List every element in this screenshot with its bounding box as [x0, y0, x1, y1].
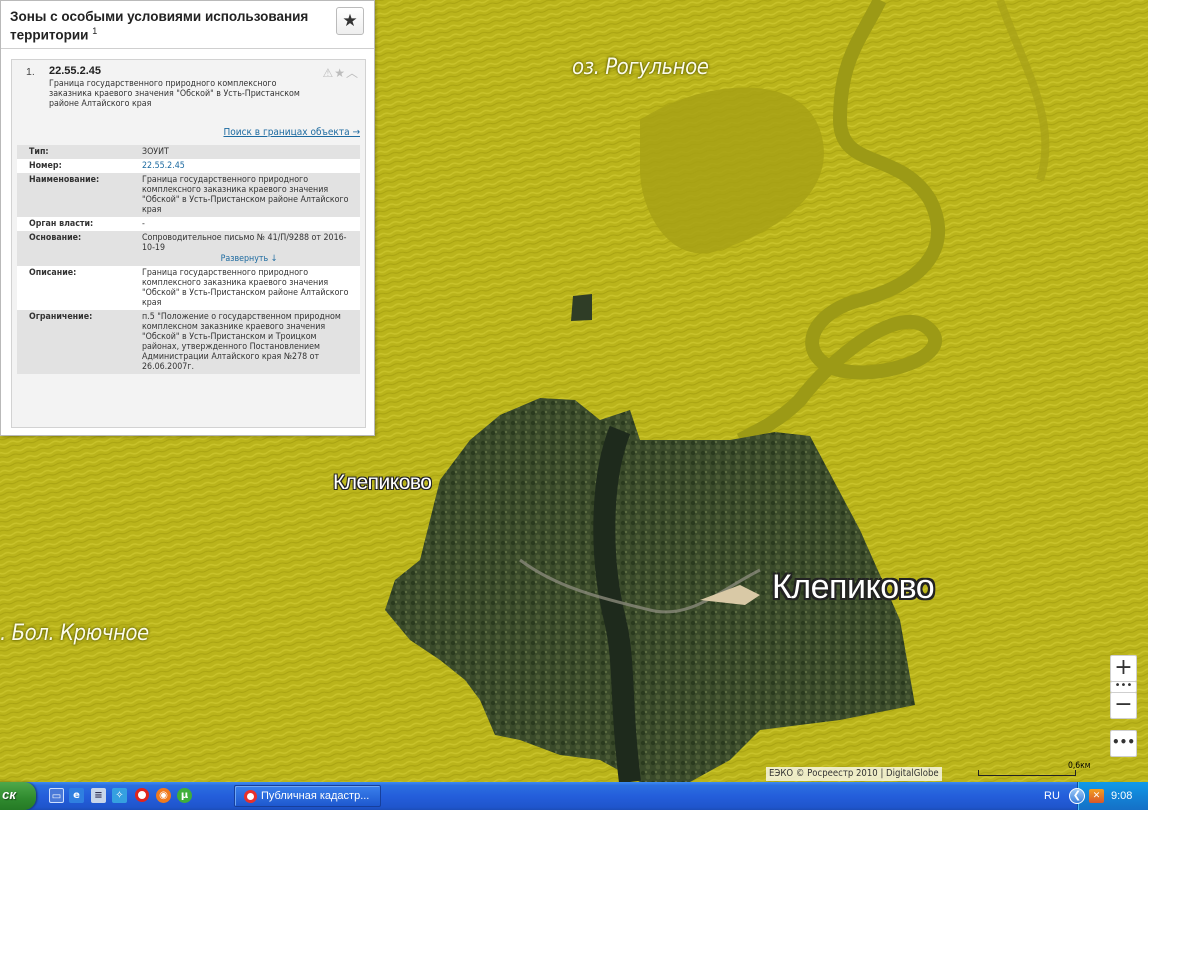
type-value: ЗОУИТ	[130, 145, 360, 159]
more-button[interactable]: •••	[1110, 730, 1137, 757]
description-value: Граница государственного природного комп…	[130, 266, 360, 310]
table-row: Описание: Граница государственного природ…	[17, 266, 360, 310]
item-code[interactable]: 22.55.2.45	[49, 65, 101, 77]
clock[interactable]: 9:08	[1111, 790, 1132, 802]
start-button[interactable]: ск	[0, 782, 36, 810]
restriction-label: Ограничение:	[17, 310, 130, 374]
item-description: Граница государственного природного комп…	[49, 79, 300, 109]
item-actions: ⚠★︿	[322, 64, 359, 81]
label-lake-kryuchnoe: . Бол. Крючное	[0, 621, 149, 646]
name-label: Наименование:	[17, 173, 130, 217]
taskbar: ск ▭ e ≡ ✧ ◉ µ Публичная кадастр... RU ❮…	[0, 782, 1148, 810]
language-indicator[interactable]: RU	[1044, 790, 1060, 802]
restriction-value: п.5 "Положение о государственном природн…	[130, 310, 360, 374]
name-value: Граница государственного природного комп…	[130, 173, 360, 217]
opera-icon[interactable]	[135, 788, 149, 802]
ie-icon[interactable]: e	[69, 788, 84, 803]
table-row: Номер: 22.55.2.45	[17, 159, 360, 173]
show-desktop-icon[interactable]: ▭	[49, 788, 64, 803]
warning-icon[interactable]: ⚠	[322, 66, 334, 80]
task-title: Публичная кадастр...	[261, 790, 370, 802]
tray-app-icon[interactable]: ✕	[1089, 789, 1104, 803]
label-village-large: Клепиково	[772, 568, 935, 606]
utorrent-icon[interactable]: µ	[177, 788, 192, 803]
authority-label: Орган власти:	[17, 217, 130, 231]
star-icon: ★	[342, 11, 358, 31]
chevron-up-icon[interactable]: ︿	[346, 66, 359, 80]
label-village-small: Клепиково	[333, 471, 432, 494]
panel-header: Зоны с особыми условиями использования т…	[1, 1, 374, 49]
expand-link[interactable]: Развернуть ↓	[142, 253, 356, 264]
screen: оз. Рогульное . Бол. Крючное Клепиково К…	[0, 0, 1148, 810]
zone-card: 1. 22.55.2.45 Граница государственного п…	[11, 59, 366, 428]
favorite-button[interactable]: ★	[336, 7, 364, 35]
task-opera-kadastr[interactable]: Публичная кадастр...	[234, 785, 381, 807]
search-in-bounds-link[interactable]: Поиск в границах объекта →	[223, 127, 360, 138]
basis-label: Основание:	[17, 231, 130, 266]
start-label: ск	[2, 787, 16, 802]
table-row: Ограничение: п.5 "Положение о государстве…	[17, 310, 360, 374]
zoom-out-button[interactable]: −	[1110, 692, 1137, 719]
authority-value: -	[130, 217, 360, 231]
description-label: Описание:	[17, 266, 130, 310]
scale-bar	[978, 770, 1076, 776]
firefox-icon[interactable]: ◉	[156, 788, 171, 803]
table-row: Основание: Сопроводительное письмо № 41/П…	[17, 231, 360, 266]
item-index: 1.	[26, 66, 35, 78]
zoom-in-button[interactable]: +	[1110, 655, 1137, 682]
panel-title: Зоны с особыми условиями использования т…	[10, 9, 309, 43]
label-lake-rogulnoe: оз. Рогульное	[572, 55, 709, 80]
number-value[interactable]: 22.55.2.45	[130, 159, 360, 173]
notepad-icon[interactable]: ≡	[91, 788, 106, 803]
opera-icon	[244, 790, 257, 803]
table-row: Тип: ЗОУИТ	[17, 145, 360, 159]
tray-expand-icon[interactable]: ❮	[1069, 788, 1085, 804]
star-icon[interactable]: ★	[334, 66, 346, 80]
basis-value: Сопроводительное письмо № 41/П/9288 от 2…	[142, 233, 347, 253]
basis-cell: Сопроводительное письмо № 41/П/9288 от 2…	[130, 231, 360, 266]
panel-title-count: 1	[92, 26, 98, 36]
attributes-table: Тип: ЗОУИТ Номер: 22.55.2.45 Наименование:…	[17, 145, 360, 374]
map-copyright: ЕЭКО © Росреестр 2010 | DigitalGlobe	[766, 767, 942, 781]
type-label: Тип:	[17, 145, 130, 159]
small-plot	[571, 294, 592, 321]
table-row: Орган власти: -	[17, 217, 360, 231]
network-icon[interactable]: ✧	[112, 788, 127, 803]
zones-panel: Зоны с особыми условиями использования т…	[0, 0, 375, 436]
table-row: Наименование: Граница государственного пр…	[17, 173, 360, 217]
number-label: Номер:	[17, 159, 130, 173]
